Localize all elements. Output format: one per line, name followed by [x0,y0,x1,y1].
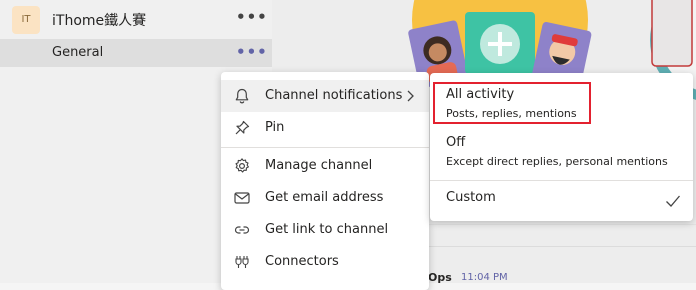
team-avatar: IT [12,6,40,34]
menu-item-label: Manage channel [265,158,373,173]
team-name[interactable]: iThome鐵人賽 [52,10,146,30]
checkmark-icon [666,195,680,207]
mail-icon [234,192,250,204]
link-icon [234,226,250,234]
option-custom[interactable]: Custom [430,181,693,217]
post-timestamp: 11:04 PM [461,272,508,283]
menu-item-get-email-address[interactable]: Get email address [221,182,429,214]
menu-item-manage-channel[interactable]: Manage channel [221,150,429,182]
menu-item-pin[interactable]: Pin [221,112,429,144]
menu-separator [221,147,429,148]
gear-icon [235,158,249,173]
menu-item-label: Pin [265,120,285,135]
option-off[interactable]: Off Except direct replies, personal ment… [430,129,693,177]
connectors-icon [235,256,249,268]
option-title: Custom [446,190,496,205]
menu-item-label: Connectors [265,254,339,269]
annotation-highlight-box [433,82,591,124]
menu-item-channel-notifications[interactable]: Channel notifications [221,80,429,112]
menu-item-get-link-to-channel[interactable]: Get link to channel [221,214,429,246]
menu-item-label: Channel notifications [265,88,403,103]
pin-icon [235,120,250,135]
bell-icon [235,88,249,104]
option-title: Off [446,135,466,150]
channel-notifications-submenu: All activity Posts, replies, mentions Of… [430,73,693,221]
menu-item-label: Get email address [265,190,384,205]
chevron-right-icon [407,90,414,102]
team-more-options-button[interactable]: ••• [236,10,268,25]
post-author: Ops [428,271,452,284]
channel-row-general[interactable]: General ••• [0,39,272,67]
channel-name[interactable]: General [52,45,103,60]
team-row[interactable]: IT iThome鐵人賽 ••• [0,0,272,39]
channel-options-menu: Channel notifications Pin Manage channel… [221,72,429,290]
menu-item-connectors[interactable]: Connectors [221,246,429,278]
option-subtitle: Except direct replies, personal mentions [446,155,668,168]
menu-item-label: Get link to channel [265,222,389,237]
channel-more-options-button[interactable]: ••• [236,45,268,60]
